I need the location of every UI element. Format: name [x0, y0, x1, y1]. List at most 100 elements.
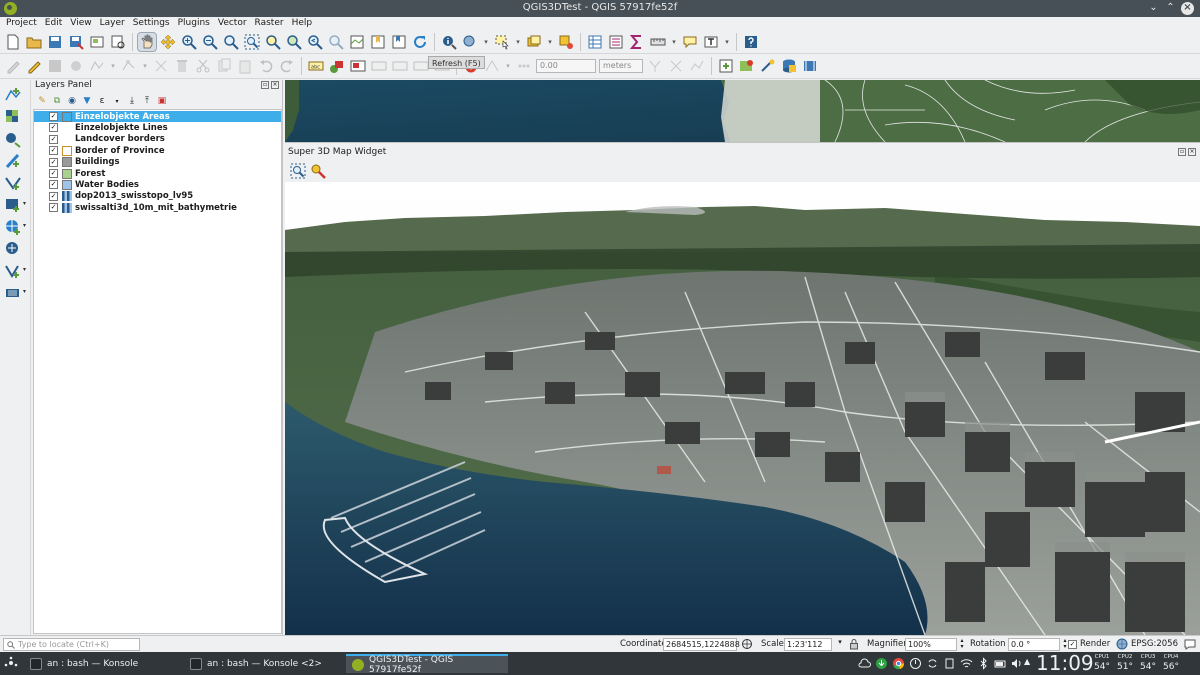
update-icon[interactable]	[875, 657, 888, 670]
messages-icon[interactable]	[1184, 638, 1196, 650]
statistical-summary-icon[interactable]	[628, 33, 646, 51]
layer-visibility-checkbox[interactable]: ✓	[49, 112, 58, 121]
remove-layer-icon[interactable]: ▣	[156, 95, 168, 107]
application-launcher-icon[interactable]	[4, 656, 18, 670]
add-wfs-layer-icon[interactable]	[4, 240, 22, 258]
zoom-full-3d-icon[interactable]	[290, 163, 306, 179]
chevron-down-icon[interactable]: ▾	[546, 33, 554, 51]
current-edits-icon[interactable]	[4, 57, 22, 75]
menu-project[interactable]: Project	[2, 17, 41, 30]
topological-editing-icon[interactable]	[646, 57, 664, 75]
deselect-features-icon[interactable]	[557, 33, 575, 51]
map-3d-view[interactable]	[285, 182, 1200, 635]
render-checkbox[interactable]: ✓	[1068, 640, 1077, 649]
bluetooth-icon[interactable]	[977, 657, 990, 670]
cut-features-icon[interactable]	[194, 57, 212, 75]
battery-icon[interactable]	[994, 657, 1007, 670]
pan-to-selection-icon[interactable]	[159, 33, 177, 51]
collapse-all-icon[interactable]: ⤒	[141, 95, 153, 107]
identify-features-icon[interactable]	[440, 33, 458, 51]
measure-line-icon[interactable]	[649, 33, 667, 51]
maximize-icon[interactable]: ⌃	[1164, 2, 1177, 15]
layer-row[interactable]: ✓ Border of Province	[34, 145, 281, 156]
pan-map-icon[interactable]	[137, 31, 157, 52]
db-manager-icon[interactable]	[780, 57, 798, 75]
lock-scale-icon[interactable]	[848, 638, 860, 650]
zoom-native-icon[interactable]	[222, 33, 240, 51]
minimize-icon[interactable]: ⌄	[1147, 2, 1160, 15]
coordinate-field[interactable]: 2684515,1224888	[663, 638, 740, 651]
crs-label[interactable]: EPSG:2056	[1131, 639, 1178, 649]
layer-row[interactable]: ✓ swissalti3d_10m_mit_bathymetrie	[34, 202, 281, 213]
vertex-tool-icon[interactable]	[120, 57, 138, 75]
attribute-table-icon[interactable]	[586, 33, 604, 51]
layer-visibility-checkbox[interactable]: ✓	[49, 191, 58, 201]
zoom-next-icon[interactable]	[327, 33, 345, 51]
crs-globe-icon[interactable]	[1116, 638, 1128, 650]
snapping-tolerance-input[interactable]: 0.00	[536, 59, 596, 73]
move-label-icon[interactable]	[391, 57, 409, 75]
plugin-icon[interactable]	[801, 57, 819, 75]
zoom-last-icon[interactable]	[306, 33, 324, 51]
chevron-down-icon[interactable]: ▾	[514, 33, 522, 51]
widget-close-icon[interactable]: ×	[1188, 148, 1196, 156]
pin-labels-icon[interactable]	[349, 57, 367, 75]
layer-row[interactable]: ✓ Landcover borders	[34, 134, 281, 145]
layer-visibility-checkbox[interactable]: ✓	[49, 157, 58, 167]
zoom-in-icon[interactable]	[180, 33, 198, 51]
new-bookmark-icon[interactable]	[369, 33, 387, 51]
add-group-icon[interactable]: ⧉	[51, 95, 63, 107]
zoom-to-selection-icon[interactable]	[264, 33, 282, 51]
menu-settings[interactable]: Settings	[129, 17, 174, 30]
layer-visibility-checkbox[interactable]: ✓	[49, 169, 58, 178]
georeferencer-icon[interactable]	[738, 57, 756, 75]
menu-view[interactable]: View	[66, 17, 95, 30]
show-bookmarks-icon[interactable]	[390, 33, 408, 51]
add-vector-layer-icon[interactable]	[4, 86, 22, 104]
layer-visibility-checkbox[interactable]: ✓	[49, 134, 58, 144]
add-postgis-layer-icon[interactable]	[4, 130, 22, 148]
show-hide-labels-icon[interactable]	[370, 57, 388, 75]
layer-row[interactable]: ✓ Einzelobjekte Lines	[34, 122, 281, 133]
add-feature-icon[interactable]	[67, 57, 85, 75]
paste-features-icon[interactable]	[236, 57, 254, 75]
layer-row[interactable]: ✓ dop2013_swisstopo_lv95	[34, 191, 281, 202]
add-raster-layer-icon[interactable]	[4, 108, 22, 126]
help-icon[interactable]	[742, 33, 760, 51]
network-icon[interactable]	[960, 657, 973, 670]
menu-raster[interactable]: Raster	[251, 17, 288, 30]
rotation-field[interactable]: 0.0 °	[1008, 638, 1060, 651]
expand-all-icon[interactable]: ⤓	[126, 95, 138, 107]
trace-icon[interactable]	[688, 57, 706, 75]
magnifier-stepper-icon[interactable]: ▴ ▾	[956, 638, 968, 650]
scale-field[interactable]: 1:23'112	[784, 638, 832, 651]
text-annotation-icon[interactable]	[702, 33, 720, 51]
magnifier-field[interactable]: 100%	[905, 638, 957, 651]
snap-vertex-icon[interactable]	[483, 57, 501, 75]
zoom-out-icon[interactable]	[201, 33, 219, 51]
close-icon[interactable]: ×	[1181, 2, 1194, 15]
sync-icon[interactable]	[926, 657, 939, 670]
layer-visibility-checkbox[interactable]: ✓	[49, 203, 58, 213]
map-canvas-2d[interactable]	[285, 80, 1200, 142]
select-by-value-icon[interactable]	[525, 33, 543, 51]
power-management-icon[interactable]	[909, 657, 922, 670]
menu-layer[interactable]: Layer	[96, 17, 129, 30]
zoom-full-icon[interactable]	[243, 33, 261, 51]
field-calculator-icon[interactable]	[607, 33, 625, 51]
add-spatialite-layer-icon[interactable]	[4, 152, 22, 170]
add-mssql-layer-icon[interactable]	[4, 174, 22, 192]
task-konsole-1[interactable]: an : bash — Konsole	[24, 654, 184, 673]
layout-manager-icon[interactable]	[109, 33, 127, 51]
style-manager-icon[interactable]: ✎	[36, 95, 48, 107]
run-feature-action-icon[interactable]	[461, 33, 479, 51]
layer-visibility-checkbox[interactable]: ✓	[49, 123, 58, 133]
task-konsole-2[interactable]: an : bash — Konsole <2>	[184, 654, 344, 673]
copy-features-icon[interactable]	[215, 57, 233, 75]
menu-edit[interactable]: Edit	[41, 17, 66, 30]
new-project-icon[interactable]	[4, 33, 22, 51]
layer-visibility-checkbox[interactable]: ✓	[49, 180, 58, 190]
chevron-down-icon[interactable]: ▾	[109, 57, 117, 75]
undo-icon[interactable]	[257, 57, 275, 75]
layer-row[interactable]: ✓ Einzelobjekte Areas	[34, 111, 281, 122]
